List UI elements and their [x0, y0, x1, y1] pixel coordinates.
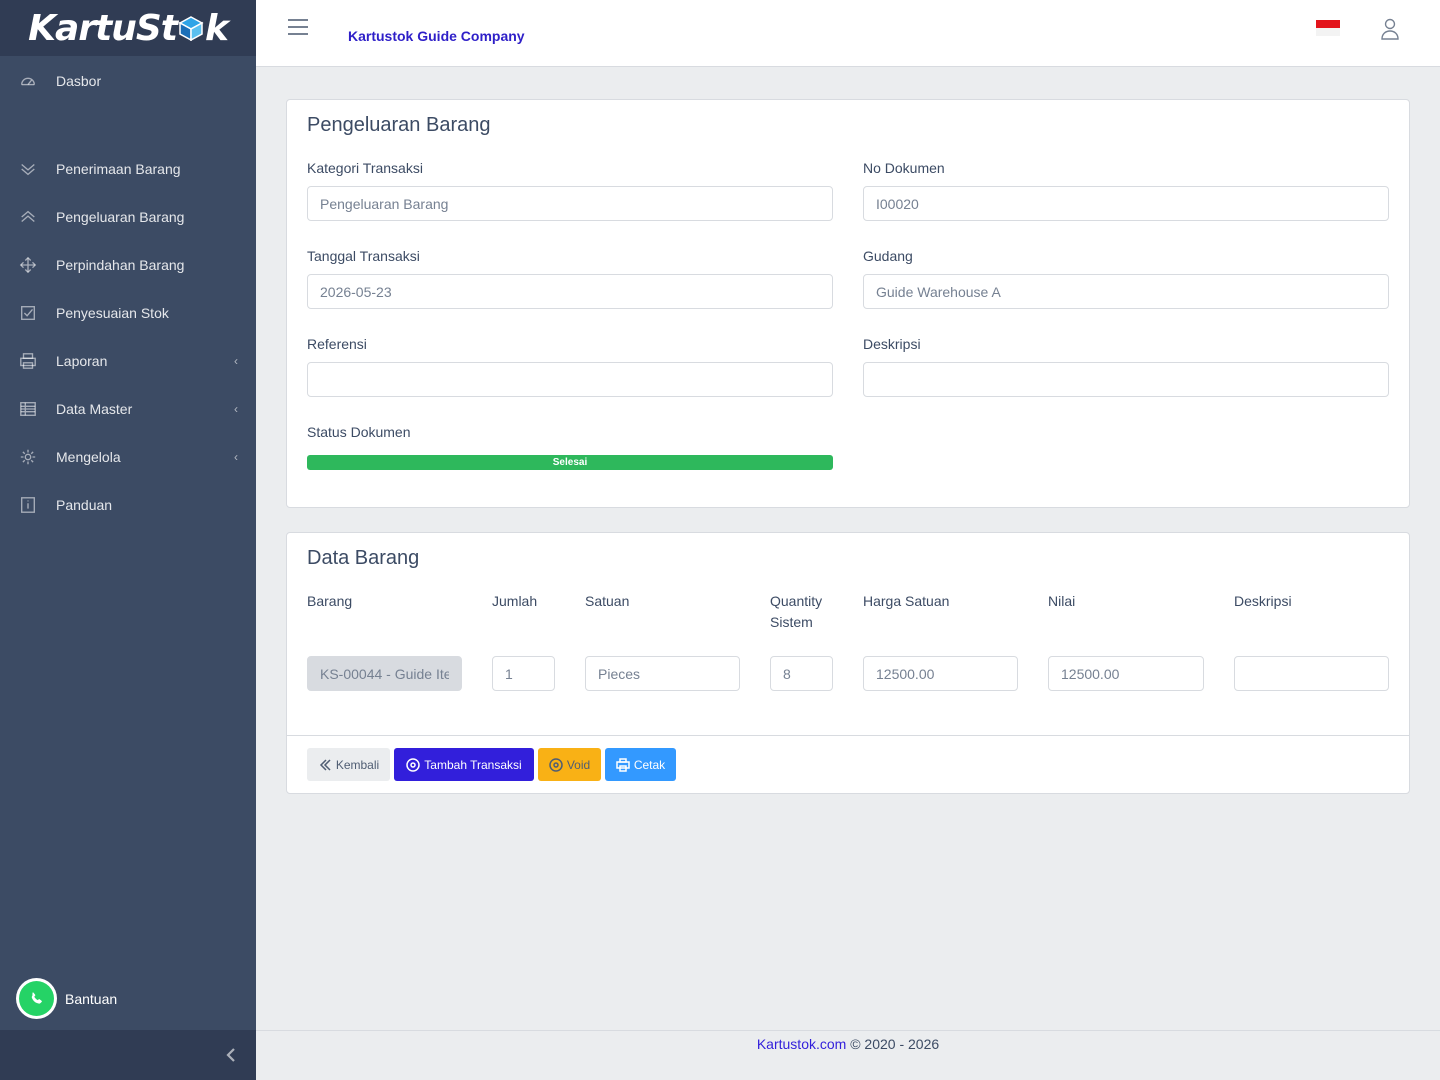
sidebar-item-label: Perpindahan Barang	[56, 257, 185, 273]
sidebar-item-label: Penyesuaian Stok	[56, 305, 169, 321]
column-header-deskripsi: Deskripsi	[1234, 593, 1292, 609]
sidebar: KartuSt k Dasbor Penerimaan Barang Penge…	[0, 0, 256, 1080]
chevron-left-icon	[226, 1048, 235, 1062]
add-transaction-button[interactable]: Tambah Transaksi	[394, 748, 534, 781]
sidebar-item-perpindahan-barang[interactable]: Perpindahan Barang	[0, 241, 256, 289]
info-icon	[18, 495, 38, 515]
sidebar-item-label: Panduan	[56, 497, 113, 513]
sidebar-minimizer[interactable]	[0, 1030, 256, 1080]
target-icon	[406, 757, 421, 772]
gudang-field[interactable]	[863, 274, 1389, 309]
sidebar-item-label: Mengelola	[56, 449, 121, 465]
column-header-satuan: Satuan	[585, 593, 630, 609]
page-footer: Kartustok.com © 2020 - 2026	[256, 1030, 1440, 1080]
chevron-left-icon: ‹	[234, 402, 238, 416]
void-button-label: Void	[566, 757, 591, 772]
back-button-label: Kembali	[335, 757, 380, 772]
sidebar-item-penerimaan-barang[interactable]: Penerimaan Barang	[0, 145, 256, 193]
footer-copyright: © 2020 - 2026	[846, 1036, 940, 1052]
brand-logo[interactable]: KartuSt k	[0, 0, 256, 56]
kategori-label: Kategori Transaksi	[307, 160, 423, 176]
task-icon	[18, 303, 38, 323]
tanggal-label: Tanggal Transaksi	[307, 248, 420, 264]
print-button-label: Cetak	[633, 757, 666, 772]
sidebar-item-data-master[interactable]: Data Master ‹	[0, 385, 256, 433]
sidebar-item-pengeluaran-barang[interactable]: Pengeluaran Barang	[0, 193, 256, 241]
column-header-barang: Barang	[307, 593, 353, 609]
add-transaction-label: Tambah Transaksi	[424, 757, 522, 772]
items-title: Data Barang	[307, 547, 420, 569]
column-header-nilai: Nilai	[1048, 593, 1076, 609]
chevron-left-icon	[319, 758, 331, 771]
item-deskripsi-field[interactable]	[1234, 656, 1389, 691]
user-icon[interactable]	[1380, 18, 1400, 40]
sidebar-item-panduan[interactable]: Panduan	[0, 481, 256, 529]
void-button[interactable]: Void	[538, 748, 601, 781]
barang-field[interactable]	[307, 656, 462, 691]
column-header-sistem: Sistem	[770, 614, 813, 630]
print-icon	[18, 351, 38, 371]
referensi-field[interactable]	[307, 362, 833, 397]
column-header-quantity: Quantity	[770, 593, 823, 609]
qty-sistem-field[interactable]	[770, 656, 833, 691]
harga-field[interactable]	[863, 656, 1018, 691]
footer-link[interactable]: Kartustok.com	[757, 1036, 846, 1052]
sidebar-item-label: Pengeluaran Barang	[56, 209, 185, 225]
company-name: Kartustok Guide Company	[348, 28, 525, 44]
spreadsheet-icon	[18, 399, 38, 419]
help-whatsapp-link[interactable]: Bantuan	[16, 978, 117, 1019]
sidebar-item-penyesuaian-stok[interactable]: Penyesuaian Stok	[0, 289, 256, 337]
chevron-left-icon: ‹	[234, 450, 238, 464]
help-label: Bantuan	[65, 990, 118, 1007]
nilai-field[interactable]	[1048, 656, 1204, 691]
sidebar-item-dasbor[interactable]: Dasbor	[0, 57, 256, 105]
cube-icon	[178, 16, 204, 41]
transaction-form-card: Pengeluaran Barang Kategori Transaksi No…	[286, 99, 1410, 508]
chevron-double-up-icon	[18, 207, 38, 227]
column-header-jumlah: Jumlah	[492, 593, 538, 609]
referensi-label: Referensi	[307, 336, 367, 352]
brand-name: KartuSt k	[28, 7, 229, 49]
kategori-field[interactable]	[307, 186, 833, 221]
satuan-field[interactable]	[585, 656, 740, 691]
move-icon	[18, 255, 38, 275]
deskripsi-field[interactable]	[863, 362, 1389, 397]
jumlah-field[interactable]	[492, 656, 555, 691]
sidebar-item-laporan[interactable]: Laporan ‹	[0, 337, 256, 385]
chevron-double-down-icon	[18, 159, 38, 179]
sidebar-item-mengelola[interactable]: Mengelola ‹	[0, 433, 256, 481]
tanggal-field[interactable]	[307, 274, 833, 309]
status-badge: Selesai	[307, 455, 833, 470]
header: Kartustok Guide Company	[256, 0, 1440, 67]
speedometer-icon	[18, 71, 38, 91]
whatsapp-icon	[16, 978, 57, 1019]
print-button[interactable]: Cetak	[605, 748, 676, 781]
sidebar-item-label: Dasbor	[56, 73, 102, 89]
deskripsi-label: Deskripsi	[863, 336, 921, 352]
settings-icon	[18, 447, 38, 467]
sidebar-item-label: Data Master	[56, 401, 133, 417]
page-title: Pengeluaran Barang	[307, 114, 491, 136]
back-button[interactable]: Kembali	[307, 748, 390, 781]
indonesia-flag-icon[interactable]	[1316, 20, 1340, 36]
menu-toggle-icon[interactable]	[288, 19, 308, 35]
chevron-left-icon: ‹	[234, 354, 238, 368]
card-footer: Kembali Tambah Transaksi Void Cetak	[287, 735, 1409, 793]
column-header-harga: Harga Satuan	[863, 593, 950, 609]
no-dokumen-label: No Dokumen	[863, 160, 945, 176]
print-icon	[616, 757, 630, 772]
target-icon	[549, 757, 563, 772]
no-dokumen-field[interactable]	[863, 186, 1389, 221]
sidebar-item-label: Penerimaan Barang	[56, 161, 181, 177]
sidebar-item-label: Laporan	[56, 353, 108, 369]
gudang-label: Gudang	[863, 248, 913, 264]
status-label: Status Dokumen	[307, 424, 411, 440]
items-card: Data Barang Barang Jumlah Satuan Quantit…	[286, 532, 1410, 794]
